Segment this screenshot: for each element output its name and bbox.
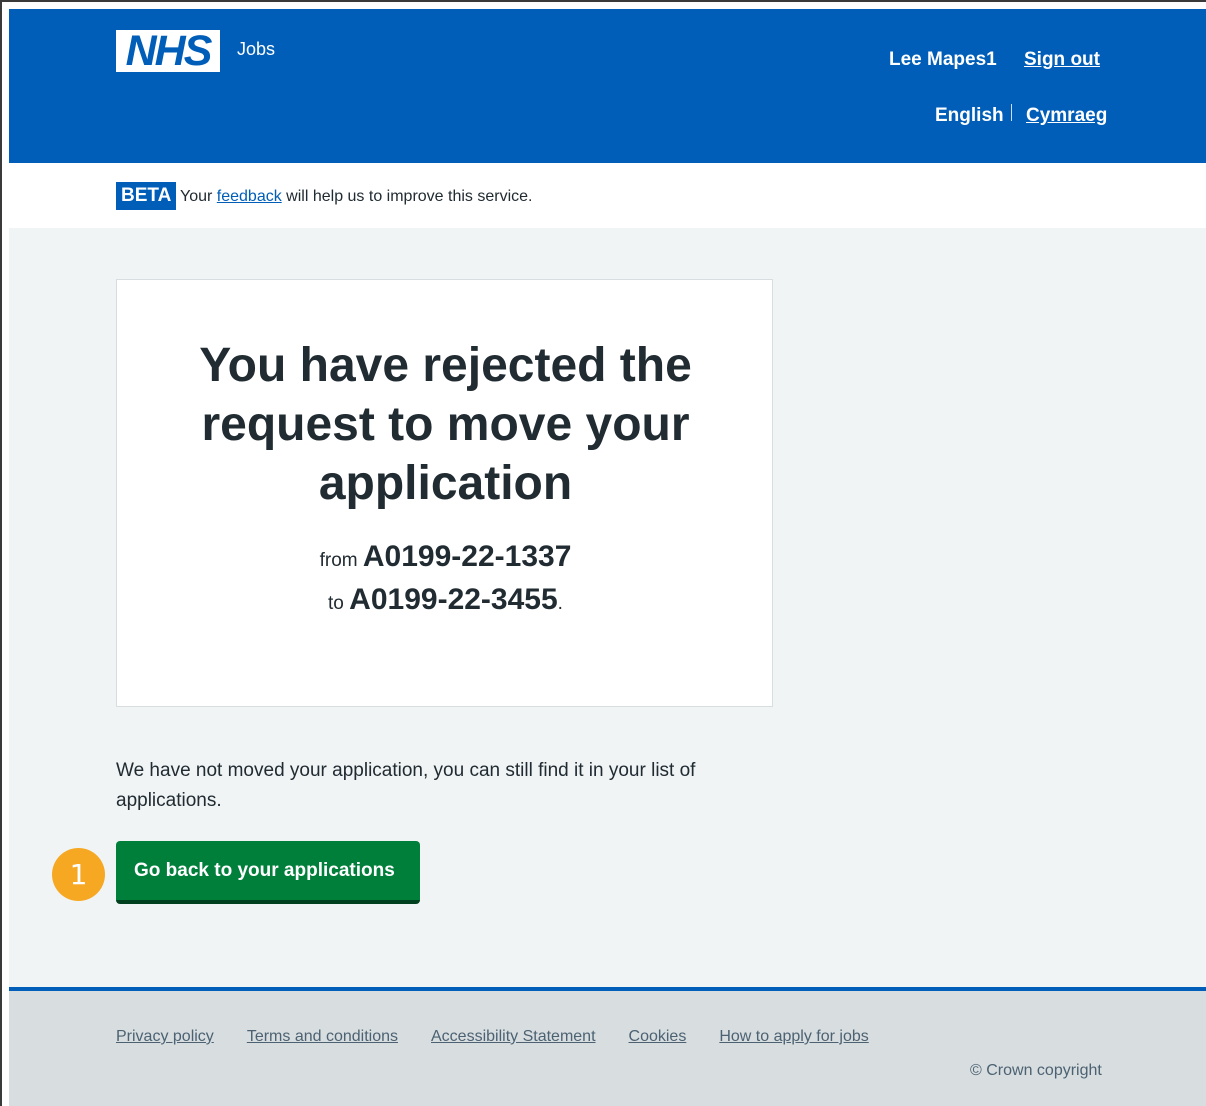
footer-link-how-to-apply[interactable]: How to apply for jobs bbox=[719, 1028, 868, 1046]
from-label: from bbox=[319, 550, 358, 571]
language-current: English bbox=[935, 105, 1004, 126]
from-reference-line: from A0199-22-1337 bbox=[117, 540, 774, 574]
beta-banner: BETA Your feedback will help us to impro… bbox=[9, 163, 1206, 228]
page-frame: NHS Jobs Lee Mapes1 Sign out English Cym… bbox=[0, 0, 1206, 1106]
to-reference: A0199-22-3455 bbox=[349, 583, 558, 616]
confirmation-panel: You have rejected the request to move yo… bbox=[116, 279, 773, 707]
footer-links: Privacy policy Terms and conditions Acce… bbox=[116, 1028, 869, 1046]
footer-link-terms[interactable]: Terms and conditions bbox=[247, 1028, 398, 1046]
feedback-link[interactable]: feedback bbox=[217, 188, 282, 205]
site-header: NHS Jobs Lee Mapes1 Sign out English Cym… bbox=[9, 9, 1206, 163]
footer-link-privacy[interactable]: Privacy policy bbox=[116, 1028, 214, 1046]
site-footer: Privacy policy Terms and conditions Acce… bbox=[9, 987, 1206, 1106]
nhs-logo-text: NHS bbox=[125, 26, 213, 75]
to-reference-line: to A0199-22-3455. bbox=[117, 583, 774, 617]
main-content: You have rejected the request to move yo… bbox=[9, 228, 1206, 987]
step-marker: 1 bbox=[52, 848, 105, 901]
beta-text: Your feedback will help us to improve th… bbox=[180, 188, 532, 206]
account-name: Lee Mapes1 bbox=[889, 49, 997, 70]
language-separator bbox=[1011, 104, 1012, 121]
beta-tag: BETA bbox=[116, 182, 177, 210]
copyright-text: © Crown copyright bbox=[970, 1062, 1102, 1079]
service-name[interactable]: Jobs bbox=[237, 39, 275, 60]
beta-text-before: Your bbox=[180, 188, 213, 205]
to-label: to bbox=[328, 593, 344, 614]
sign-out-link[interactable]: Sign out bbox=[1024, 49, 1100, 71]
reference-period: . bbox=[557, 593, 563, 614]
footer-link-accessibility[interactable]: Accessibility Statement bbox=[431, 1028, 596, 1046]
nhs-logo[interactable]: NHS bbox=[116, 26, 220, 75]
panel-title: You have rejected the request to move yo… bbox=[199, 339, 692, 510]
language-welsh-link[interactable]: Cymraeg bbox=[1026, 105, 1107, 127]
go-back-to-applications-button[interactable]: Go back to your applications bbox=[116, 841, 420, 904]
footer-link-cookies[interactable]: Cookies bbox=[629, 1028, 687, 1046]
status-message: We have not moved your application, you … bbox=[116, 760, 696, 811]
beta-text-after: will help us to improve this service. bbox=[286, 188, 533, 205]
from-reference: A0199-22-1337 bbox=[362, 540, 572, 573]
